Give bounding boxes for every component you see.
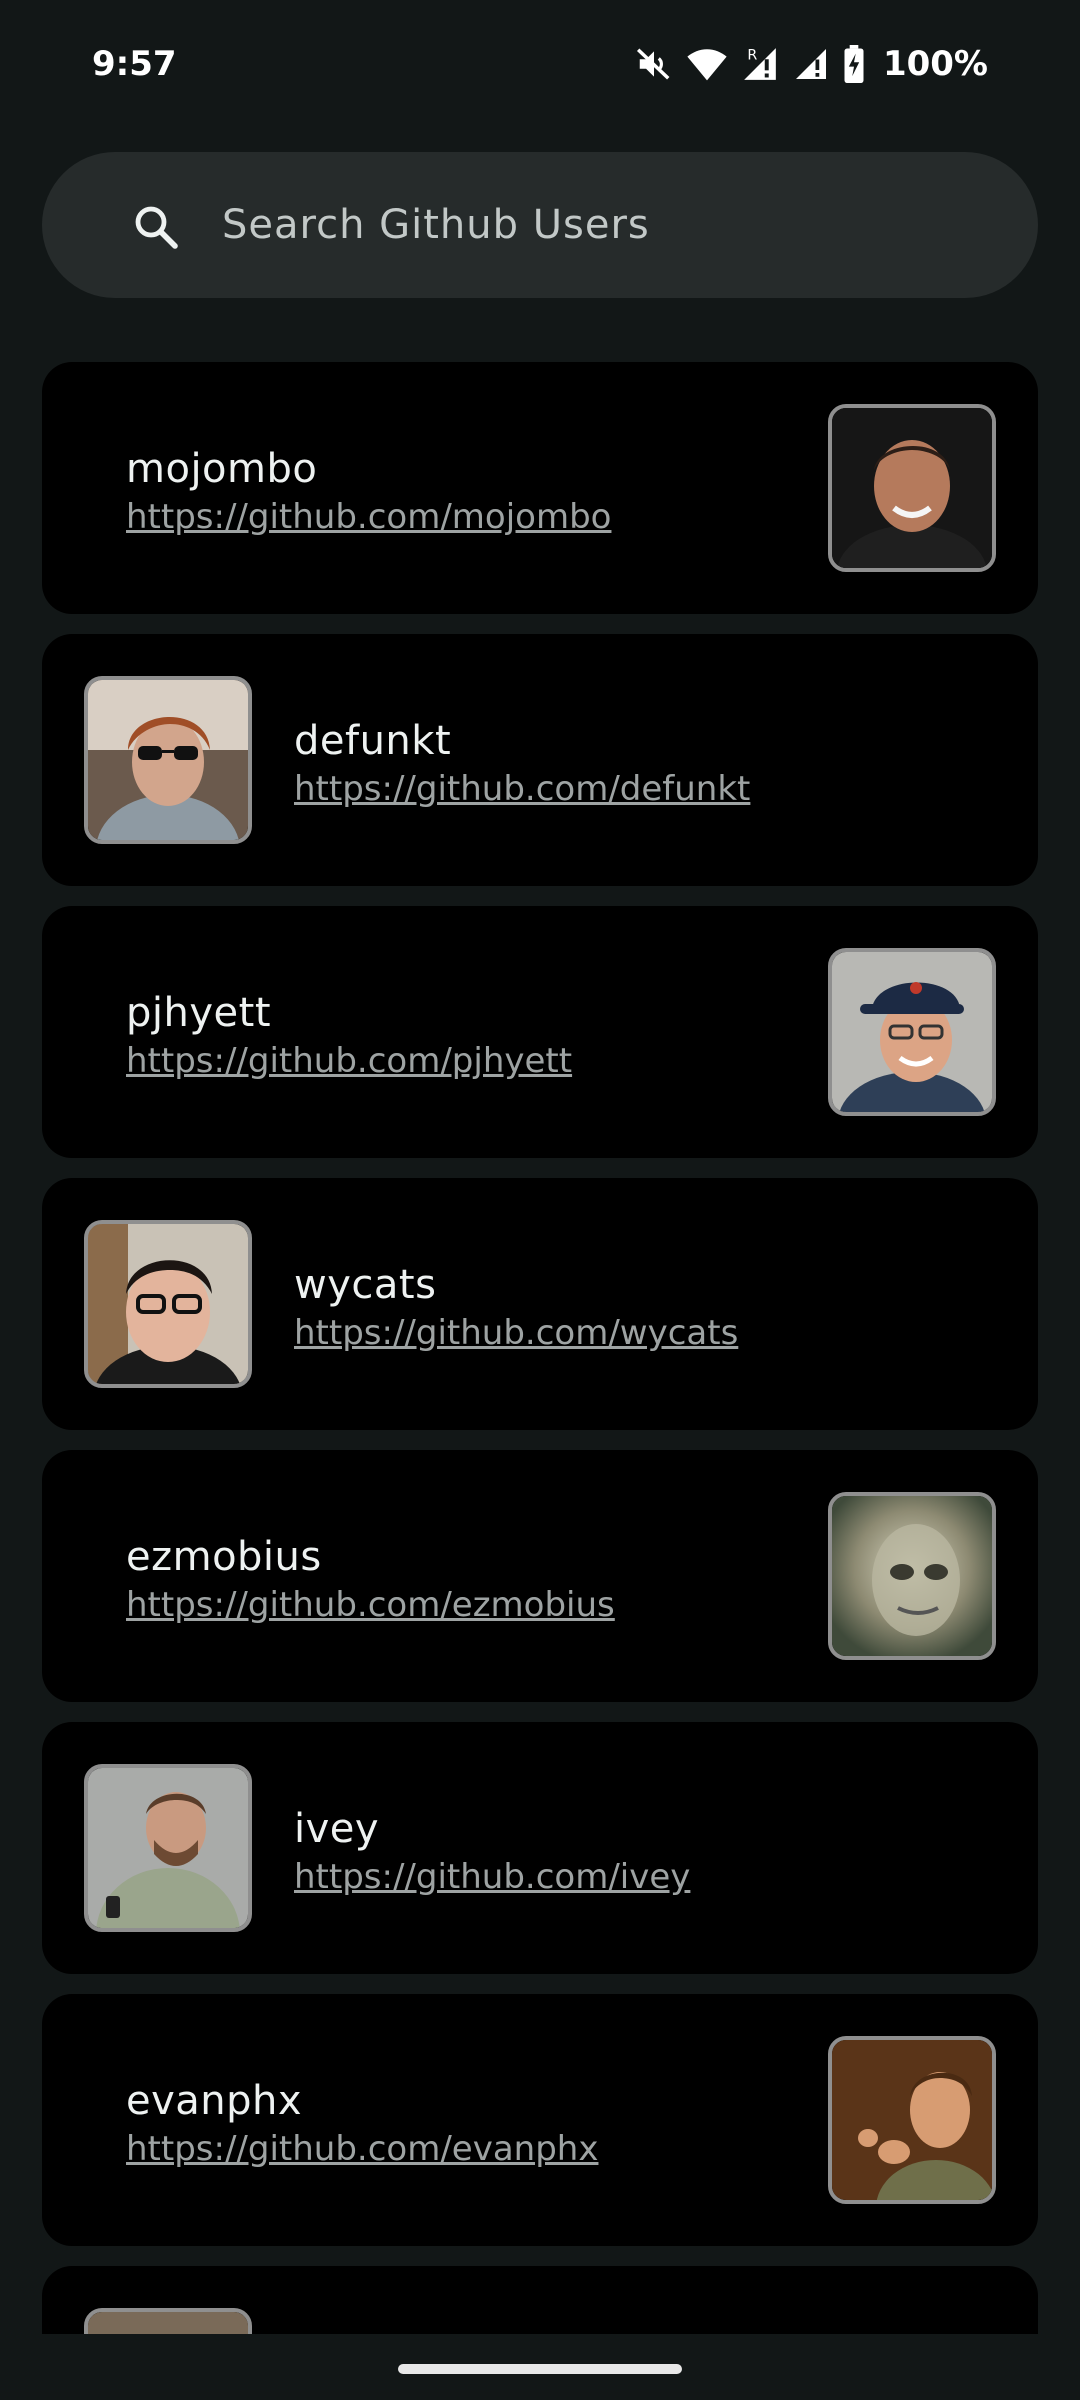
battery-percent: 100% <box>882 44 988 84</box>
user-profile-link[interactable]: https://github.com/defunkt <box>294 766 750 812</box>
user-card-ezmobius[interactable]: ezmobius https://github.com/ezmobius <box>42 1450 1038 1702</box>
svg-text:R: R <box>747 47 757 63</box>
user-card-mojombo[interactable]: mojombo https://github.com/mojombo <box>42 362 1038 614</box>
user-login: mojombo <box>126 446 318 492</box>
user-card-wycats[interactable]: wycats https://github.com/wycats <box>42 1178 1038 1430</box>
user-profile-link[interactable]: https://github.com/pjhyett <box>126 1038 572 1084</box>
avatar <box>84 676 252 844</box>
user-profile-link[interactable]: https://github.com/wycats <box>294 1310 738 1356</box>
user-profile-link[interactable]: https://github.com/mojombo <box>126 494 611 540</box>
status-bar: 9:57 R 100% <box>0 0 1080 132</box>
search-icon[interactable] <box>132 203 180 255</box>
avatar <box>84 2308 252 2334</box>
wifi-icon <box>687 46 727 82</box>
avatar <box>828 948 996 1116</box>
user-card-evanphx[interactable]: evanphx https://github.com/evanphx <box>42 1994 1038 2246</box>
gesture-nav-handle[interactable] <box>398 2364 682 2374</box>
user-list[interactable]: mojombo https://github.com/mojombo defun… <box>42 362 1038 2334</box>
user-card-pjhyett[interactable]: pjhyett https://github.com/pjhyett <box>42 906 1038 1158</box>
battery-charging-icon <box>843 45 865 83</box>
search-bar[interactable]: Search Github Users <box>42 152 1038 298</box>
user-card-defunkt[interactable]: defunkt https://github.com/defunkt <box>42 634 1038 886</box>
avatar <box>828 1492 996 1660</box>
user-profile-link[interactable]: https://github.com/evanphx <box>126 2126 598 2172</box>
user-profile-link[interactable]: https://github.com/ivey <box>294 1854 690 1900</box>
avatar <box>828 404 996 572</box>
status-time: 9:57 <box>92 44 177 84</box>
user-login: pjhyett <box>126 990 272 1036</box>
avatar <box>828 2036 996 2204</box>
user-card-ivey[interactable]: ivey https://github.com/ivey <box>42 1722 1038 1974</box>
user-login: defunkt <box>294 718 452 764</box>
avatar <box>84 1764 252 1932</box>
user-login: ezmobius <box>126 1534 322 1580</box>
signal-roaming-icon: R <box>741 45 779 83</box>
user-login: wycats <box>294 1262 437 1308</box>
user-login: ivey <box>294 1806 380 1852</box>
user-profile-link[interactable]: https://github.com/ezmobius <box>126 1582 615 1628</box>
mute-icon <box>635 45 673 83</box>
user-login: evanphx <box>126 2078 303 2124</box>
avatar <box>84 1220 252 1388</box>
signal-icon <box>793 46 829 82</box>
user-card-partial[interactable] <box>42 2266 1038 2334</box>
status-icons: R 100% <box>635 42 988 86</box>
search-input[interactable]: Search Github Users <box>222 202 650 248</box>
